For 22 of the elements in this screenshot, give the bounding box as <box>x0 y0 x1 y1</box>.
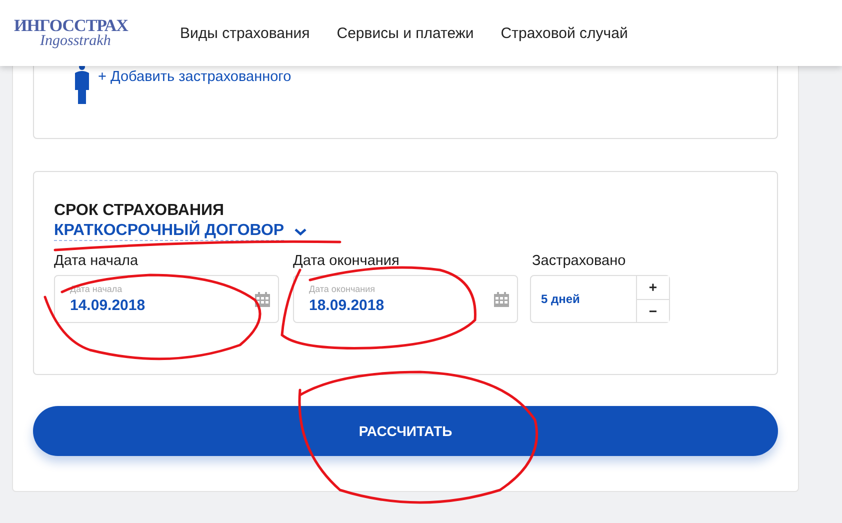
person-icon <box>72 66 92 104</box>
logo-subtitle: Ingosstrakh <box>39 34 112 49</box>
field-placeholder: Дата окончания <box>309 284 376 294</box>
add-insured-link[interactable]: + Добавить застрахованного <box>98 69 292 85</box>
nav-link[interactable]: Сервисы и платежи <box>336 24 474 42</box>
calendar-icon <box>494 292 509 306</box>
decrement-button[interactable]: − <box>637 298 669 322</box>
field-label: Дата начала <box>54 253 140 269</box>
nav-link[interactable]: Виды страхования <box>180 24 310 42</box>
date-value: 18.09.2018 <box>309 297 384 314</box>
calendar-icon <box>255 292 270 306</box>
field-label: Застраховано <box>532 253 627 269</box>
date-field[interactable]: Дата окончания 18.09.2018 <box>293 275 518 323</box>
nav-link[interactable]: Страховой случай <box>500 24 628 42</box>
section-title: СРОК СТРАХОВАНИЯ <box>54 202 225 220</box>
contract-type-dropdown[interactable]: КРАТКОСРОЧНЫЙ ДОГОВОР <box>54 222 308 241</box>
duration-value: 5 дней <box>540 292 581 306</box>
logo-title: ИНГОССТРАХ <box>14 17 130 34</box>
chevron-down-icon <box>294 228 308 236</box>
date-value: 14.09.2018 <box>70 297 146 314</box>
calculate-button[interactable]: РАССЧИТАТЬ <box>33 406 778 456</box>
field-label: Дата окончания <box>293 253 400 269</box>
